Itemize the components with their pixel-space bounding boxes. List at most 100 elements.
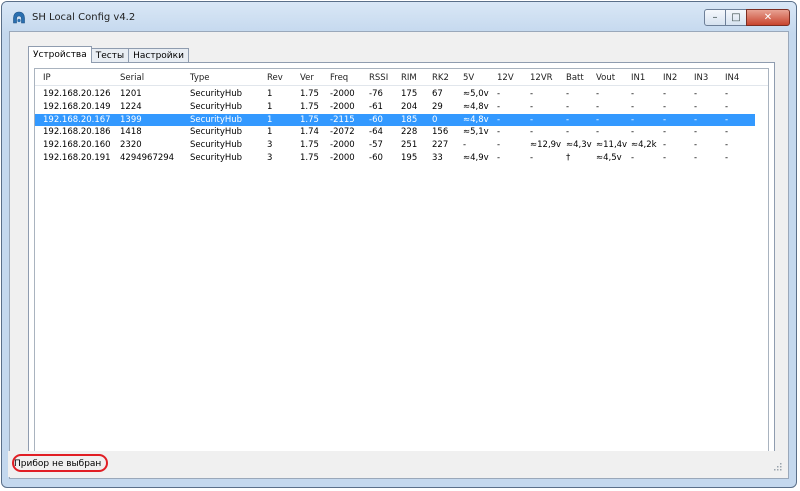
table-row[interactable]: 192.168.20.186 1418 SecurityHub 1 1.74 -2072 -… bbox=[35, 126, 755, 138]
cell-in2: - bbox=[663, 127, 667, 138]
column-header-in2[interactable]: IN2 bbox=[663, 72, 677, 84]
title-bar[interactable]: SH Local Config v4.2 – □ ✕ bbox=[2, 2, 796, 34]
column-header-5v[interactable]: 5V bbox=[463, 72, 474, 84]
table-row[interactable]: 192.168.20.149 1224 SecurityHub 1 1.75 -2000 -… bbox=[35, 101, 755, 113]
device-list[interactable]: IP Serial Type Rev Ver Freq RSSI RIM RK2 5V 12V 12V… bbox=[34, 68, 769, 457]
cell-ip: 192.168.20.126 bbox=[43, 89, 111, 99]
window-title: SH Local Config v4.2 bbox=[32, 12, 136, 23]
column-header-freq[interactable]: Freq bbox=[330, 72, 348, 84]
cell-serial: 1399 bbox=[120, 114, 142, 125]
column-header-batt[interactable]: Batt bbox=[566, 72, 584, 84]
minimize-button[interactable]: – bbox=[704, 9, 726, 26]
table-row[interactable]: 192.168.20.191 4294967294 SecurityHub 3 1.75… bbox=[35, 152, 755, 164]
cell-ip: 192.168.20.186 bbox=[43, 127, 111, 138]
cell-ip: 192.168.20.149 bbox=[43, 101, 111, 112]
cell-12vr: - bbox=[530, 89, 534, 99]
cell-freq: -2072 bbox=[330, 127, 355, 138]
tab-settings[interactable]: Настройки bbox=[128, 48, 189, 63]
cell-in3: - bbox=[694, 153, 698, 163]
cell-in4: - bbox=[725, 89, 729, 99]
column-header-vout[interactable]: Vout bbox=[596, 72, 615, 84]
cell-12v: - bbox=[497, 140, 501, 151]
cell-type: SecurityHub bbox=[190, 153, 243, 163]
cell-rk2: 33 bbox=[432, 153, 443, 163]
cell-in4: - bbox=[725, 140, 729, 151]
column-header-in4[interactable]: IN4 bbox=[725, 72, 739, 84]
cell-in2: - bbox=[663, 101, 667, 112]
cell-rim: 251 bbox=[401, 140, 418, 151]
cell-ver: 1.75 bbox=[300, 114, 319, 125]
cell-in3: - bbox=[694, 140, 698, 151]
client-area: Устройства Тесты Настройки IP Serial Type R… bbox=[9, 31, 789, 479]
close-button[interactable]: ✕ bbox=[746, 9, 790, 26]
cell-batt: ≈4,3v bbox=[566, 140, 592, 151]
cell-rk2: 0 bbox=[432, 114, 438, 125]
column-header-ip[interactable]: IP bbox=[43, 72, 51, 84]
cell-rssi: -60 bbox=[369, 114, 383, 125]
cell-vout: - bbox=[596, 127, 600, 138]
cell-serial: 1224 bbox=[120, 101, 142, 112]
cell-batt: - bbox=[566, 127, 570, 138]
tab-tests[interactable]: Тесты bbox=[90, 48, 130, 63]
cell-freq: -2000 bbox=[330, 101, 355, 112]
cell-freq: -2115 bbox=[330, 114, 355, 125]
cell-rim: 175 bbox=[401, 89, 418, 99]
cell-type: SecurityHub bbox=[190, 140, 243, 151]
cell-in3: - bbox=[694, 89, 698, 99]
cell-5v: ≈4,8v bbox=[463, 101, 489, 112]
tab-devices[interactable]: Устройства bbox=[28, 46, 92, 63]
cell-serial: 1418 bbox=[120, 127, 142, 138]
cell-in2: - bbox=[663, 89, 667, 99]
cell-freq: -2000 bbox=[330, 153, 355, 163]
cell-in4: - bbox=[725, 114, 729, 125]
cell-ver: 1.74 bbox=[300, 127, 319, 138]
column-header-type[interactable]: Type bbox=[190, 72, 210, 84]
cell-12vr: ≈12,9v bbox=[530, 140, 562, 151]
column-header-rk2[interactable]: RK2 bbox=[432, 72, 449, 84]
cell-type: SecurityHub bbox=[190, 89, 243, 99]
cell-rk2: 67 bbox=[432, 89, 443, 99]
cell-rim: 195 bbox=[401, 153, 418, 163]
column-header-rev[interactable]: Rev bbox=[267, 72, 283, 84]
cell-5v: - bbox=[463, 140, 467, 151]
cell-type: SecurityHub bbox=[190, 114, 243, 125]
app-icon bbox=[13, 11, 25, 24]
cell-in1: - bbox=[631, 127, 635, 138]
cell-12v: - bbox=[497, 153, 501, 163]
cell-12vr: - bbox=[530, 101, 534, 112]
cell-rev: 1 bbox=[267, 127, 273, 138]
cell-5v: ≈5,0v bbox=[463, 89, 489, 99]
cell-12vr: - bbox=[530, 153, 534, 163]
cell-in4: - bbox=[725, 127, 729, 138]
column-header-in1[interactable]: IN1 bbox=[631, 72, 645, 84]
table-row[interactable]: 192.168.20.167 1399 SecurityHub 1 1.75 -2115 -… bbox=[35, 113, 755, 126]
column-header-rim[interactable]: RIM bbox=[401, 72, 417, 84]
cell-batt: - bbox=[566, 114, 570, 125]
cell-in1: - bbox=[631, 101, 635, 112]
column-header-12vr[interactable]: 12VR bbox=[530, 72, 553, 84]
maximize-button[interactable]: □ bbox=[725, 9, 747, 26]
cell-ip: 192.168.20.160 bbox=[43, 140, 111, 151]
cell-5v: ≈4,8v bbox=[463, 114, 489, 125]
cell-rk2: 29 bbox=[432, 101, 443, 112]
resize-grip-icon[interactable] bbox=[772, 461, 782, 471]
column-header-serial[interactable]: Serial bbox=[120, 72, 144, 84]
cell-rim: 204 bbox=[401, 101, 418, 112]
cell-rev: 1 bbox=[267, 101, 273, 112]
column-header-12v[interactable]: 12V bbox=[497, 72, 514, 84]
cell-12vr: - bbox=[530, 127, 534, 138]
cell-rev: 3 bbox=[267, 153, 273, 163]
table-row[interactable]: 192.168.20.160 2320 SecurityHub 3 1.75 -2000 -… bbox=[35, 139, 755, 151]
cell-in2: - bbox=[663, 153, 667, 163]
cell-vout: - bbox=[596, 101, 600, 112]
table-row[interactable]: 192.168.20.126 1201 SecurityHub 1 1.75 -2000 -… bbox=[35, 88, 755, 100]
column-header-in3[interactable]: IN3 bbox=[694, 72, 708, 84]
cell-batt: - bbox=[566, 101, 570, 112]
cell-rssi: -57 bbox=[369, 140, 383, 151]
cell-ver: 1.75 bbox=[300, 140, 319, 151]
cell-ip: 192.168.20.191 bbox=[43, 153, 111, 163]
column-header-ver[interactable]: Ver bbox=[300, 72, 314, 84]
cell-in4: - bbox=[725, 153, 729, 163]
tab-strip: Устройства Тесты Настройки bbox=[28, 46, 189, 63]
column-header-rssi[interactable]: RSSI bbox=[369, 72, 388, 84]
